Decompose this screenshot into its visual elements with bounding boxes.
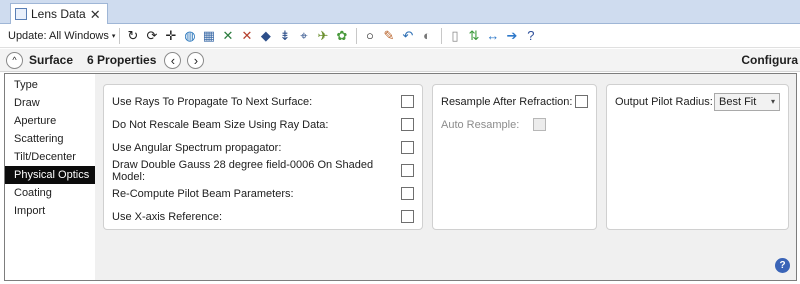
palette-icon[interactable]: ✿ <box>333 27 350 44</box>
page-icon[interactable]: ▯ <box>446 27 463 44</box>
pilot-radius-group: Output Pilot Radius: Best Fit ▾ <box>606 84 789 230</box>
toolbar: Update: All Windows ▾ ↻ ⟳ ✛ ◍ ▦ ✕ ✕ ◆ ⇟ ⌖ ✈ ✿ ○ ✎ ↶ ◐ ▯ ⇅… <box>0 24 800 48</box>
toolbar-divider <box>356 27 358 44</box>
chevron-up-icon: ^ <box>12 55 17 65</box>
sidebar-item-type[interactable]: Type <box>5 76 95 94</box>
property-category-list: Type Draw Aperture Scattering Tilt/Decenter P… <box>5 74 95 280</box>
auto-resample-checkbox <box>533 118 546 131</box>
slider-cross-icon[interactable]: ✕ <box>219 27 236 44</box>
beam-option-row: Draw Double Gauss 28 degree field-0006 O… <box>112 159 414 183</box>
undo-icon[interactable]: ↶ <box>399 27 416 44</box>
chevron-down-icon: ▾ <box>111 32 116 40</box>
chevron-down-icon: ▾ <box>770 97 775 106</box>
help-icon[interactable]: ? <box>775 258 790 273</box>
beam-option-checkbox[interactable] <box>401 118 414 131</box>
lens-icon[interactable]: ◆ <box>257 27 274 44</box>
beam-option-label: Use Rays To Propagate To Next Surface: <box>112 95 313 108</box>
configuration-label: Configura <box>741 53 798 67</box>
sidebar-item-scattering[interactable]: Scattering <box>5 130 95 148</box>
sidebar-item-aperture[interactable]: Aperture <box>5 112 95 130</box>
collapse-button[interactable]: ^ <box>6 51 23 69</box>
beam-option-label: Use Angular Spectrum propagator: <box>112 141 282 154</box>
sidebar-item-tilt-decenter[interactable]: Tilt/Decenter <box>5 148 95 166</box>
sidebar-item-draw[interactable]: Draw <box>5 94 95 112</box>
ray-icon[interactable]: ⇟ <box>276 27 293 44</box>
bracket-icon[interactable]: ⌖ <box>295 27 312 44</box>
tab-title: Lens Data <box>31 7 86 21</box>
physical-optics-content: Use Rays To Propagate To Next Surface: Do… <box>95 74 796 280</box>
layout-icon[interactable]: ▦ <box>200 27 217 44</box>
output-pilot-radius-value: Best Fit <box>719 95 757 108</box>
sidebar-item-physical-optics[interactable]: Physical Optics <box>5 166 95 184</box>
beam-option-row: Use Rays To Propagate To Next Surface: <box>112 93 414 110</box>
properties-label: 6 Properties <box>87 53 157 67</box>
chevron-right-icon: › <box>193 52 199 68</box>
resample-group: Resample After Refraction: Auto Resample… <box>432 84 597 230</box>
sidebar-item-coating[interactable]: Coating <box>5 184 95 202</box>
help-icon[interactable]: ? <box>522 27 539 44</box>
toolbar-divider <box>441 27 443 44</box>
slider-cross-red-icon[interactable]: ✕ <box>238 27 255 44</box>
auto-resample-label: Auto Resample: <box>441 118 520 131</box>
circle-icon[interactable]: ○ <box>361 27 378 44</box>
expand-icon[interactable]: ↔ <box>484 27 501 44</box>
resample-after-refraction-checkbox[interactable] <box>575 95 588 108</box>
close-icon[interactable]: ✕ <box>90 8 101 21</box>
toggle-icon[interactable]: ◐ <box>418 27 435 44</box>
beam-options-group: Use Rays To Propagate To Next Surface: Do… <box>103 84 423 230</box>
fly-icon[interactable]: ✈ <box>314 27 331 44</box>
next-surface-button[interactable]: › <box>187 51 205 69</box>
swap-icon[interactable]: ⇅ <box>465 27 482 44</box>
output-pilot-radius-row: Output Pilot Radius: Best Fit ▾ <box>615 92 780 111</box>
toolbar-divider <box>119 27 121 44</box>
beam-option-label: Use X-axis Reference: <box>112 210 223 223</box>
sidebar-item-import[interactable]: Import <box>5 202 95 220</box>
beam-option-label: Re-Compute Pilot Beam Parameters: <box>112 187 294 200</box>
move-icon[interactable]: ✛ <box>162 27 179 44</box>
beam-option-checkbox[interactable] <box>401 141 414 154</box>
beam-option-checkbox[interactable] <box>401 210 414 223</box>
output-pilot-radius-select[interactable]: Best Fit ▾ <box>714 92 780 111</box>
surface-properties-bar: ^ Surface 6 Properties ‹ › Configura <box>0 49 800 72</box>
toolbar-icon-group: ↻ ⟳ ✛ ◍ ▦ ✕ ✕ ◆ ⇟ ⌖ ✈ ✿ ○ ✎ ↶ ◐ ▯ ⇅ ↔ ➔? <box>124 27 541 44</box>
update-all-windows-button[interactable]: Update: All Windows ▾ <box>8 30 115 42</box>
settings-icon[interactable]: ⟳ <box>143 27 160 44</box>
surface-label: Surface <box>29 53 74 67</box>
beam-option-checkbox[interactable] <box>401 164 414 177</box>
arrow-right-icon[interactable]: ➔ <box>503 27 520 44</box>
lens-data-icon <box>15 8 27 20</box>
update-icon[interactable]: ↻ <box>124 27 141 44</box>
chevron-left-icon: ‹ <box>170 52 176 68</box>
beam-option-row: Use Angular Spectrum propagator: <box>112 139 414 156</box>
beam-option-row: Re-Compute Pilot Beam Parameters: <box>112 185 414 202</box>
beam-option-label: Draw Double Gauss 28 degree field-0006 O… <box>112 158 374 183</box>
update-label: Update: All Windows <box>8 29 109 42</box>
auto-resample-row: Auto Resample: <box>441 116 546 133</box>
tab-lens-data[interactable]: Lens Data ✕ <box>10 3 108 24</box>
globe-icon[interactable]: ◍ <box>181 27 198 44</box>
beam-option-row: Use X-axis Reference: <box>112 208 414 225</box>
prev-surface-button[interactable]: ‹ <box>164 51 182 69</box>
beam-option-row: Do Not Rescale Beam Size Using Ray Data: <box>112 116 414 133</box>
beam-option-checkbox[interactable] <box>401 187 414 200</box>
beam-option-label: Do Not Rescale Beam Size Using Ray Data: <box>112 118 329 131</box>
brush-icon[interactable]: ✎ <box>380 27 397 44</box>
resample-after-refraction-label: Resample After Refraction: <box>441 95 573 108</box>
resample-after-refraction-row: Resample After Refraction: <box>441 93 588 110</box>
beam-option-checkbox[interactable] <box>401 95 414 108</box>
properties-panel: Type Draw Aperture Scattering Tilt/Decenter P… <box>4 73 797 281</box>
output-pilot-radius-label: Output Pilot Radius: <box>615 95 713 108</box>
tab-strip: Lens Data ✕ <box>0 0 800 24</box>
